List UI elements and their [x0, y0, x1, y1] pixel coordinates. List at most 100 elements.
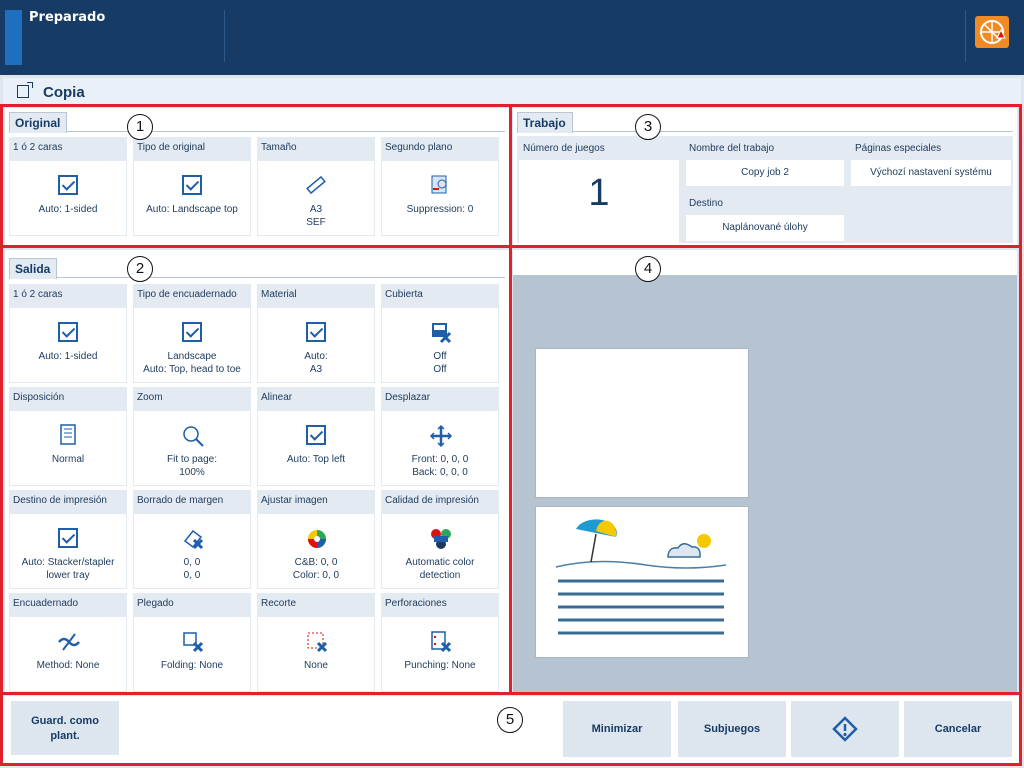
- setting-tile-cubierta[interactable]: Cubierta Off Off: [381, 284, 499, 383]
- checkbox-checked-icon[interactable]: [306, 322, 326, 342]
- setting-value: Fit to page: 100%: [166, 454, 218, 478]
- preview-page[interactable]: [535, 506, 749, 658]
- setting-body[interactable]: None: [257, 616, 375, 692]
- setting-body[interactable]: Auto: Top left: [257, 410, 375, 486]
- setting-body[interactable]: Fit to page: 100%: [133, 410, 251, 486]
- callout-1: 1: [127, 114, 153, 140]
- setting-label: Alinear: [257, 387, 375, 410]
- setting-label: Encuadernado: [9, 593, 127, 616]
- setting-body[interactable]: Auto: 1-sided: [9, 160, 127, 236]
- subsets-button[interactable]: Subjuegos: [678, 701, 786, 757]
- setting-body[interactable]: Normal: [9, 410, 127, 486]
- special-pages-field[interactable]: Výchozí nastavení systému: [851, 160, 1011, 186]
- setting-body[interactable]: Auto: Landscape top: [133, 160, 251, 236]
- setting-tile-encuadernado[interactable]: Encuadernado Method: None: [9, 593, 127, 692]
- setting-tile-disposicion[interactable]: Disposición Normal: [9, 387, 127, 486]
- setting-body[interactable]: 0, 0 0, 0: [133, 513, 251, 589]
- setting-tile-perforaciones[interactable]: Perforaciones Punching: None: [381, 593, 499, 692]
- checkbox-checked-icon[interactable]: [306, 425, 326, 445]
- job-section: Trabajo Número de juegos 1 Nombre del tr…: [513, 108, 1017, 245]
- setting-body[interactable]: C&B: 0, 0 Color: 0, 0: [257, 513, 375, 589]
- callout-3: 3: [635, 114, 661, 140]
- edge-erase-icon: [181, 527, 204, 550]
- setting-body[interactable]: Method: None: [9, 616, 127, 692]
- setting-label: Cubierta: [381, 284, 499, 307]
- layout-icon: [57, 424, 79, 446]
- setting-value: Auto: Top left: [286, 454, 346, 465]
- setting-value: Punching: None: [404, 660, 476, 671]
- setting-tile-calidad-de-impresion[interactable]: Calidad de impresión Automatic color dete…: [381, 490, 499, 589]
- setting-tile-ajustar-imagen[interactable]: Ajustar imagen C&B: 0, 0 Color: 0, 0: [257, 490, 375, 589]
- setting-label: Ajustar imagen: [257, 490, 375, 513]
- setting-body[interactable]: Auto: 1-sided: [9, 307, 127, 383]
- start-button[interactable]: [791, 701, 899, 757]
- checkbox-checked-icon[interactable]: [182, 175, 202, 195]
- checkbox-checked-icon[interactable]: [58, 175, 78, 195]
- setting-tile-1-o-2-caras[interactable]: 1 ó 2 caras Auto: 1-sided: [9, 137, 127, 236]
- setting-tile-desplazar[interactable]: Desplazar Front: 0, 0, 0 Back: 0, 0, 0: [381, 387, 499, 486]
- setting-tile-1-o-2-caras[interactable]: 1 ó 2 caras Auto: 1-sided: [9, 284, 127, 383]
- page-title: Copia: [43, 84, 85, 101]
- ruler-icon: [305, 174, 327, 196]
- setting-value: Auto: Stacker/stapler lower tray: [21, 557, 115, 581]
- printer-status: Preparado: [29, 10, 106, 25]
- setting-tile-material[interactable]: Material Auto: A3: [257, 284, 375, 383]
- setting-tile-destino-de-impresion[interactable]: Destino de impresión Auto: Stacker/staple…: [9, 490, 127, 589]
- setting-body[interactable]: A3 SEF: [257, 160, 375, 236]
- setting-tile-borrado-de-margen[interactable]: Borrado de margen 0, 0 0, 0: [133, 490, 251, 589]
- setting-tile-segundo-plano[interactable]: Segundo plano Suppression: 0: [381, 137, 499, 236]
- callout-4: 4: [635, 256, 661, 282]
- setting-body[interactable]: Landscape Auto: Top, head to toe: [133, 307, 251, 383]
- setting-label: Zoom: [133, 387, 251, 410]
- setting-tile-tamano[interactable]: Tamaño A3 SEF: [257, 137, 375, 236]
- setting-body[interactable]: Suppression: 0: [381, 160, 499, 236]
- auto-color-icon: [429, 527, 451, 549]
- copies-value[interactable]: 1: [519, 160, 679, 243]
- checkbox-checked-icon[interactable]: [58, 322, 78, 342]
- setting-body[interactable]: Auto: A3: [257, 307, 375, 383]
- setting-body[interactable]: Off Off: [381, 307, 499, 383]
- destination-field[interactable]: Naplánované úlohy: [686, 215, 844, 241]
- section-title: Original: [9, 112, 68, 133]
- binding-off-icon: [57, 630, 80, 652]
- setting-label: Borrado de margen: [133, 490, 251, 513]
- setting-label: Disposición: [9, 387, 127, 410]
- shift-icon: [429, 424, 453, 448]
- divider: [224, 10, 225, 62]
- setting-value: Auto: 1-sided: [38, 204, 98, 215]
- app-logo-icon[interactable]: [975, 16, 1009, 48]
- setting-body[interactable]: Auto: Stacker/stapler lower tray: [9, 513, 127, 589]
- setting-value: C&B: 0, 0 Color: 0, 0: [292, 557, 340, 581]
- setting-tile-plegado[interactable]: Plegado Folding: None: [133, 593, 251, 692]
- setting-label: Perforaciones: [381, 593, 499, 616]
- setting-tile-tipo-de-original[interactable]: Tipo de original Auto: Landscape top: [133, 137, 251, 236]
- preview-blank-page[interactable]: [535, 348, 749, 498]
- setting-tile-alinear[interactable]: Alinear Auto: Top left: [257, 387, 375, 486]
- checkbox-checked-icon[interactable]: [58, 528, 78, 548]
- setting-body[interactable]: Punching: None: [381, 616, 499, 692]
- job-fields: Número de juegos 1 Nombre del trabajo Co…: [517, 136, 1013, 243]
- save-template-button[interactable]: Guard. como plant.: [11, 701, 119, 755]
- setting-tile-recorte[interactable]: Recorte None: [257, 593, 375, 692]
- setting-value: Auto: 1-sided: [38, 351, 98, 362]
- minimize-button[interactable]: Minimizar: [563, 701, 671, 757]
- output-section: Salida 1 ó 2 caras Auto: 1-sided Tipo de e…: [5, 250, 509, 692]
- job-name-field[interactable]: Copy job 2: [686, 160, 844, 186]
- setting-body[interactable]: Front: 0, 0, 0 Back: 0, 0, 0: [381, 410, 499, 486]
- destination-label: Destino: [689, 198, 723, 209]
- setting-tile-tipo-de-encuadernado[interactable]: Tipo de encuadernado Landscape Auto: Top,…: [133, 284, 251, 383]
- copy-icon: [17, 82, 33, 98]
- magnifier-icon: [181, 424, 204, 447]
- copies-label: Número de juegos: [523, 143, 605, 154]
- section-header: Trabajo: [517, 112, 1013, 133]
- setting-tile-zoom[interactable]: Zoom Fit to page: 100%: [133, 387, 251, 486]
- setting-body[interactable]: Automatic color detection: [381, 513, 499, 589]
- section-header: Original: [9, 112, 505, 133]
- setting-label: Material: [257, 284, 375, 307]
- checkbox-checked-icon[interactable]: [182, 322, 202, 342]
- setting-label: Calidad de impresión: [381, 490, 499, 513]
- setting-body[interactable]: Folding: None: [133, 616, 251, 692]
- callout-5: 5: [497, 707, 523, 733]
- background-suppression-icon: [429, 174, 451, 196]
- cancel-button[interactable]: Cancelar: [904, 701, 1012, 757]
